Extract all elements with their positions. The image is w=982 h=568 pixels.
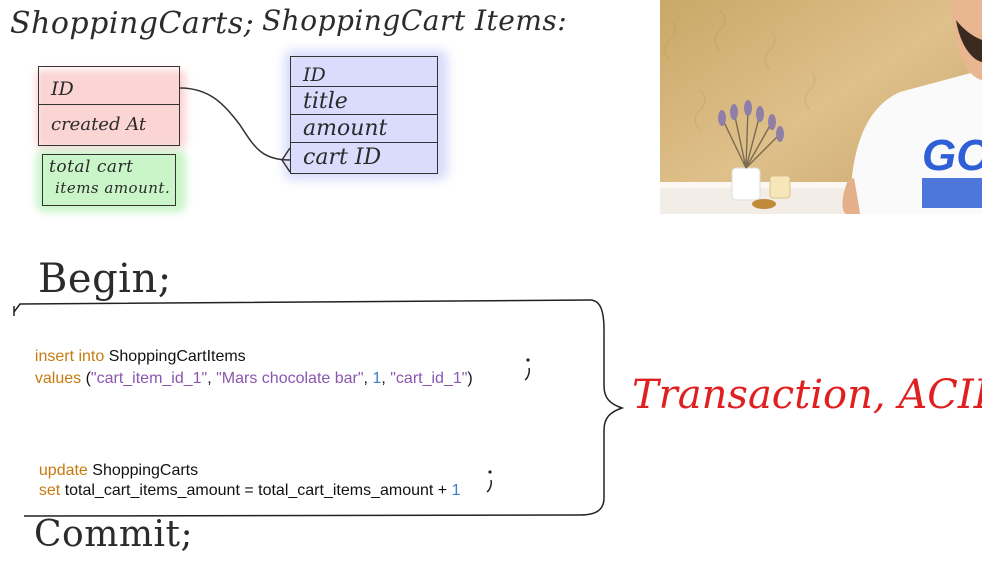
wooden-coaster [752,199,776,209]
webcam-video: GO [660,0,982,214]
set-lhs-column: total_cart_items_amount [64,482,240,499]
value-separator: , [207,370,217,387]
commit-label: Commit; [34,514,194,555]
candle [769,175,791,199]
value-separator: , [381,370,391,387]
values-line: values ("cart_item_id_1", "Mars chocolat… [26,352,473,388]
set-increment: 1 [451,482,461,499]
set-keyword: set [38,482,61,499]
webcam-scene: GO [660,0,982,214]
value-cart-item-id: "cart_item_id_1" [90,370,208,387]
values-close-paren: ) [467,370,473,387]
insert-semicolon [524,358,530,381]
relationship-connector [179,87,291,173]
set-equals: = [239,482,259,499]
transaction-acid-label: Transaction, ACID [632,372,982,418]
set-plus: + [433,482,452,499]
set-line: set total_cart_items_amount = total_cart… [30,464,461,500]
values-keyword: values [34,370,82,387]
value-title: "Mars chocolate bar" [216,370,364,387]
value-amount: 1 [372,370,382,387]
value-cart-id: "cart_id_1" [390,370,468,387]
shirt-print: GO [922,131,982,180]
set-rhs-column: total_cart_items_amount [258,482,434,499]
update-semicolon [486,470,492,493]
